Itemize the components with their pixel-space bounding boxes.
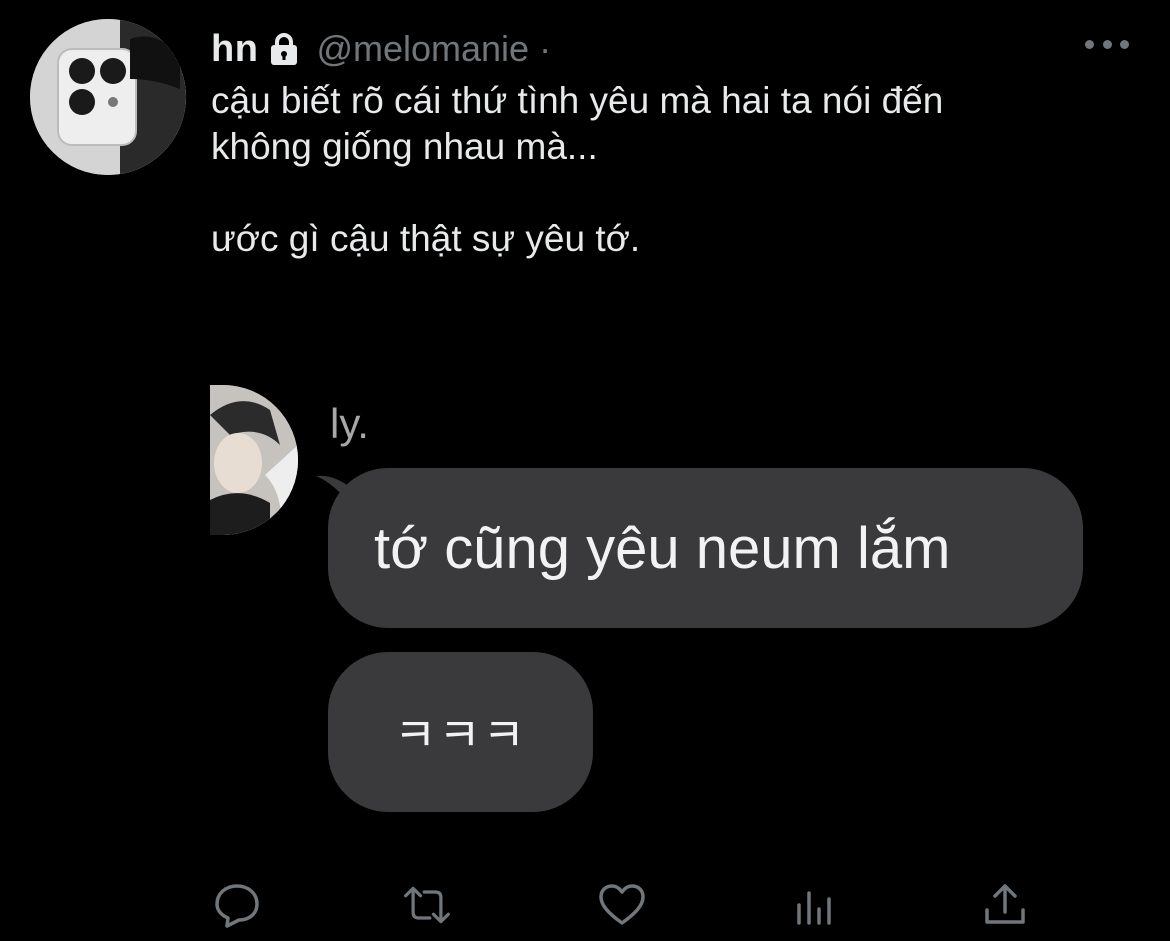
- display-name[interactable]: hn: [211, 28, 258, 71]
- more-options-icon[interactable]: [1085, 34, 1129, 54]
- tweet-text: cậu biết rõ cái thứ tình yêu mà hai ta n…: [211, 80, 944, 259]
- chat-avatar: [210, 385, 298, 535]
- profile-avatar[interactable]: [30, 19, 186, 175]
- share-icon[interactable]: [980, 880, 1030, 930]
- analytics-icon[interactable]: [790, 880, 840, 930]
- tweet-actions: [0, 870, 1170, 940]
- tweet-media[interactable]: ly. tớ cũng yêu neum lắm ㅋㅋㅋ: [210, 360, 1130, 840]
- reply-icon[interactable]: [212, 880, 262, 930]
- tweet-header: hn @melomanie ·: [211, 24, 551, 74]
- avatar-image: [30, 19, 186, 175]
- chat-bubble: ㅋㅋㅋ: [328, 652, 593, 812]
- lock-icon: [268, 32, 300, 66]
- separator-dot: ·: [539, 28, 552, 69]
- like-icon[interactable]: [597, 880, 647, 930]
- chat-bubble: tớ cũng yêu neum lắm: [328, 468, 1083, 628]
- retweet-icon[interactable]: [402, 880, 452, 930]
- user-handle[interactable]: @melomanie: [316, 28, 529, 70]
- chat-sender-name: ly.: [330, 400, 369, 447]
